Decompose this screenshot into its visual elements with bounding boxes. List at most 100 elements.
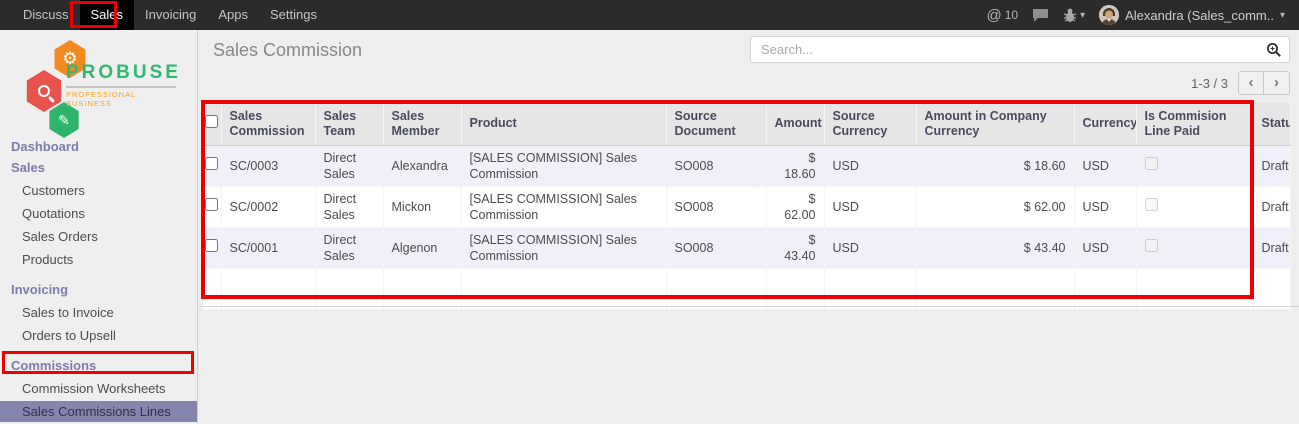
cell-amount-company[interactable]: $ 18.60 <box>916 145 1074 186</box>
sidebar-header-invoicing[interactable]: Invoicing <box>0 279 197 300</box>
search-box <box>750 36 1290 63</box>
cell-is-paid <box>1136 145 1253 186</box>
menu-discuss[interactable]: Discuss <box>12 0 80 30</box>
col-product[interactable]: Product <box>461 103 666 145</box>
logo-name: PROBUSE <box>66 62 176 88</box>
cell-sales-team[interactable]: Direct Sales <box>315 145 383 186</box>
cell-product[interactable]: [SALES COMMISSION] Sales Commission <box>461 145 666 186</box>
search-input[interactable] <box>751 42 1259 57</box>
cell-amount[interactable]: $ 18.60 <box>766 145 824 186</box>
pager-prev-button[interactable]: ‹ <box>1238 71 1264 95</box>
table-row: SC/0002 Direct Sales Mickon [SALES COMMI… <box>203 186 1291 227</box>
cell-source-document[interactable]: SO008 <box>666 227 766 268</box>
col-amount[interactable]: Amount <box>766 103 824 145</box>
cell-currency[interactable]: USD <box>1074 186 1136 227</box>
commission-lines-list: Sales Commission Sales Team Sales Member… <box>203 103 1291 310</box>
col-sales-member[interactable]: Sales Member <box>383 103 461 145</box>
col-sales-team[interactable]: Sales Team <box>315 103 383 145</box>
select-all-cell <box>203 103 221 145</box>
cell-is-paid <box>1136 186 1253 227</box>
cell-sales-member[interactable]: Mickon <box>383 186 461 227</box>
probuse-logo: ⚙ ✎ PROBUSE PROFESSIONAL BUSINESS <box>0 38 197 122</box>
sidebar-item-commission-worksheets[interactable]: Commission Worksheets <box>0 378 197 399</box>
cell-source-document[interactable]: SO008 <box>666 186 766 227</box>
user-caret-icon: ▾ <box>1280 10 1285 21</box>
mention-count: 10 <box>1005 8 1018 22</box>
cell-sales-team[interactable]: Direct Sales <box>315 227 383 268</box>
cell-status[interactable]: Draft <box>1253 227 1291 268</box>
sidebar-item-quotations[interactable]: Quotations <box>0 203 197 224</box>
menu-invoicing[interactable]: Invoicing <box>134 0 207 30</box>
col-source-document[interactable]: Source Document <box>666 103 766 145</box>
cell-amount[interactable]: $ 62.00 <box>766 186 824 227</box>
select-all-checkbox[interactable] <box>205 115 218 128</box>
cell-source-currency[interactable]: USD <box>824 186 916 227</box>
sidebar-menu: Dashboard Sales Customers Quotations Sal… <box>0 136 197 424</box>
cell-sales-commission[interactable]: SC/0003 <box>221 145 315 186</box>
sidebar-header-sales[interactable]: Sales <box>0 157 197 178</box>
cell-sales-team[interactable]: Direct Sales <box>315 186 383 227</box>
paid-checkbox <box>1145 239 1158 252</box>
menu-apps[interactable]: Apps <box>207 0 259 30</box>
cell-source-currency[interactable]: USD <box>824 145 916 186</box>
empty-row <box>203 268 1291 309</box>
col-status[interactable]: Status <box>1253 103 1291 145</box>
app-window: Discuss Sales Invoicing Apps Settings @ … <box>0 0 1299 424</box>
sidebar-header-commissions[interactable]: Commissions <box>0 355 197 376</box>
search-button[interactable] <box>1259 37 1289 62</box>
user-name: Alexandra (Sales_comm.. <box>1125 8 1274 23</box>
col-sales-commission[interactable]: Sales Commission <box>221 103 315 145</box>
cell-sales-member[interactable]: Alexandra <box>383 145 461 186</box>
cell-product[interactable]: [SALES COMMISSION] Sales Commission <box>461 186 666 227</box>
table-row: SC/0001 Direct Sales Algenon [SALES COMM… <box>203 227 1291 268</box>
cell-amount[interactable]: $ 43.40 <box>766 227 824 268</box>
content-divider <box>199 306 1299 307</box>
messages-icon[interactable] <box>1032 8 1049 23</box>
debug-caret-icon: ▾ <box>1080 10 1085 21</box>
sidebar-item-orders-to-upsell[interactable]: Orders to Upsell <box>0 325 197 346</box>
main-content: Sales Commission 1-3 / 3 ‹ › <box>199 30 1299 424</box>
sidebar: ⚙ ✎ PROBUSE PROFESSIONAL BUSINESS Dashbo… <box>0 30 198 424</box>
col-source-currency[interactable]: Source Currency <box>824 103 916 145</box>
cell-sales-member[interactable]: Algenon <box>383 227 461 268</box>
cell-currency[interactable]: USD <box>1074 227 1136 268</box>
pager: 1-3 / 3 ‹ › <box>1191 71 1290 95</box>
cell-source-currency[interactable]: USD <box>824 227 916 268</box>
avatar <box>1099 5 1119 25</box>
user-menu[interactable]: Alexandra (Sales_comm.. ▾ <box>1099 5 1285 25</box>
row-select-checkbox[interactable] <box>205 239 218 252</box>
table-header-row: Sales Commission Sales Team Sales Member… <box>203 103 1291 145</box>
sidebar-header-dashboard[interactable]: Dashboard <box>0 136 197 157</box>
cell-status[interactable]: Draft <box>1253 186 1291 227</box>
cell-status[interactable]: Draft <box>1253 145 1291 186</box>
search-icon <box>1266 42 1282 58</box>
cell-currency[interactable]: USD <box>1074 145 1136 186</box>
cell-product[interactable]: [SALES COMMISSION] Sales Commission <box>461 227 666 268</box>
cell-sales-commission[interactable]: SC/0002 <box>221 186 315 227</box>
sidebar-item-customers[interactable]: Customers <box>0 180 197 201</box>
row-select-checkbox[interactable] <box>205 198 218 211</box>
page-title: Sales Commission <box>213 40 362 61</box>
col-is-commision-line-paid[interactable]: Is Commision Line Paid <box>1136 103 1253 145</box>
cell-source-document[interactable]: SO008 <box>666 145 766 186</box>
table-row: SC/0003 Direct Sales Alexandra [SALES CO… <box>203 145 1291 186</box>
sidebar-item-sales-commissions-lines[interactable]: Sales Commissions Lines <box>0 401 197 422</box>
menu-settings[interactable]: Settings <box>259 0 328 30</box>
cell-sales-commission[interactable]: SC/0001 <box>221 227 315 268</box>
sidebar-item-sales-orders[interactable]: Sales Orders <box>0 226 197 247</box>
paid-checkbox <box>1145 198 1158 211</box>
topbar: Discuss Sales Invoicing Apps Settings @ … <box>0 0 1299 30</box>
mentions-button[interactable]: @ 10 <box>987 7 1019 24</box>
debug-icon[interactable]: ▾ <box>1063 7 1085 23</box>
cell-is-paid <box>1136 227 1253 268</box>
sidebar-item-products[interactable]: Products <box>0 249 197 270</box>
pager-next-button[interactable]: › <box>1264 71 1290 95</box>
menu-sales[interactable]: Sales <box>80 0 135 30</box>
topbar-menus: Discuss Sales Invoicing Apps Settings <box>0 0 328 30</box>
cell-amount-company[interactable]: $ 43.40 <box>916 227 1074 268</box>
col-currency[interactable]: Currency <box>1074 103 1136 145</box>
row-select-checkbox[interactable] <box>205 157 218 170</box>
cell-amount-company[interactable]: $ 62.00 <box>916 186 1074 227</box>
col-amount-company-currency[interactable]: Amount in Company Currency <box>916 103 1074 145</box>
sidebar-item-sales-to-invoice[interactable]: Sales to Invoice <box>0 302 197 323</box>
